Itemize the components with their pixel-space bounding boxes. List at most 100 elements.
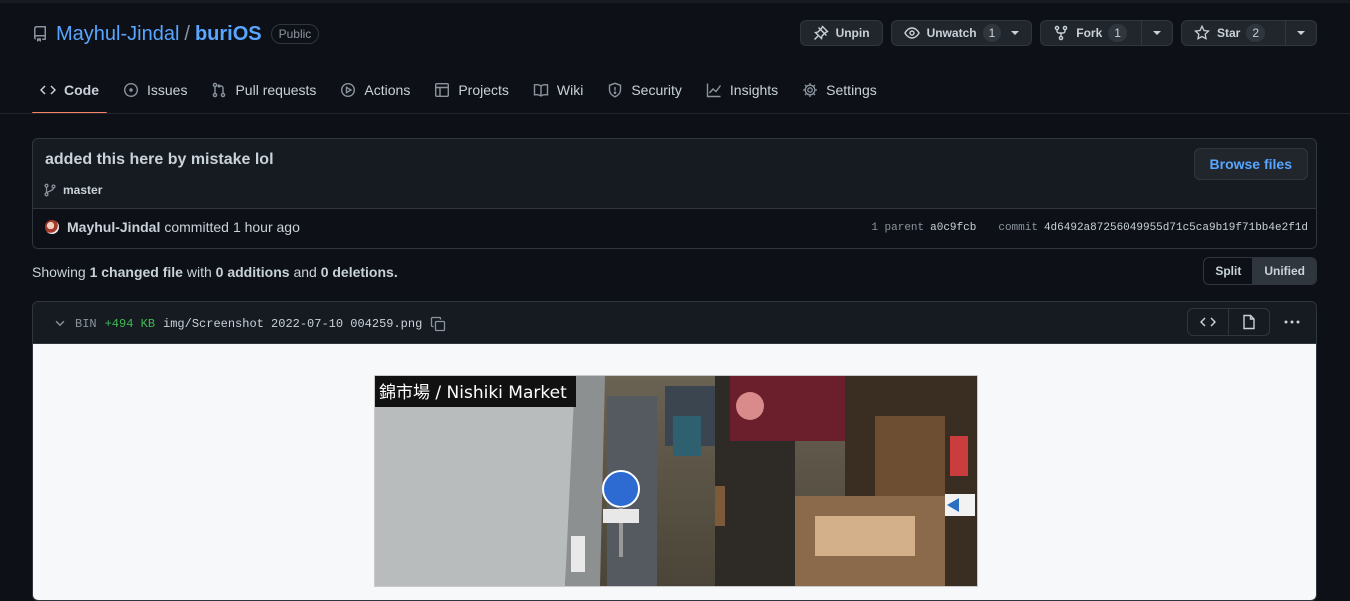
fork-button[interactable]: Fork 1 <box>1040 20 1173 46</box>
stats-and: and <box>293 264 317 280</box>
star-dropdown-button[interactable] <box>1285 21 1316 45</box>
visibility-badge: Public <box>270 24 320 44</box>
file-view-toggle <box>1187 308 1270 336</box>
file-size-change: +494 KB <box>104 317 156 331</box>
repo-nav-tabs: Code Issues Pull requests Actions Projec… <box>32 72 893 114</box>
fork-label: Fork <box>1076 26 1103 40</box>
tab-label: Pull requests <box>235 82 317 98</box>
parent-info: 1 parent a0c9fcb <box>871 222 976 234</box>
star-button[interactable]: Star 2 <box>1180 20 1317 46</box>
file-icon <box>1243 314 1255 330</box>
changed-files-count: 1 changed file <box>89 264 183 280</box>
book-icon <box>533 83 549 97</box>
additions-count: 0 additions <box>215 264 290 280</box>
tab-actions[interactable]: Actions <box>332 72 418 108</box>
diff-view-toggle: Split Unified <box>1203 257 1317 285</box>
branch-name: master <box>63 183 103 197</box>
tab-code[interactable]: Code <box>32 72 107 114</box>
eye-icon <box>903 27 920 39</box>
chevron-down-icon <box>1011 31 1020 35</box>
unpin-label: Unpin <box>835 26 870 40</box>
split-view-button[interactable]: Split <box>1204 258 1252 284</box>
tab-label: Settings <box>826 82 877 98</box>
tab-security[interactable]: Security <box>599 72 690 108</box>
commit-meta-row: Mayhul-Jindal committed 1 hour ago 1 par… <box>33 208 1316 248</box>
file-header: BIN +494 KB img/Screenshot 2022-07-10 00… <box>33 302 1316 344</box>
repo-actions: Unpin Unwatch 1 Fork 1 Star 2 <box>799 20 1317 46</box>
file-info: BIN +494 KB img/Screenshot 2022-07-10 00… <box>75 316 446 332</box>
tab-wiki[interactable]: Wiki <box>525 72 591 108</box>
gear-icon <box>803 83 818 97</box>
repo-name-link[interactable]: buriOS <box>195 23 262 46</box>
table-icon <box>435 83 450 98</box>
play-icon <box>341 82 356 98</box>
street-camera-image <box>375 376 977 586</box>
branch-link[interactable]: master <box>43 183 102 197</box>
avatar[interactable] <box>45 220 59 234</box>
graph-icon <box>706 83 721 98</box>
unpin-button[interactable]: Unpin <box>799 20 883 46</box>
parent-sha-link[interactable]: a0c9fcb <box>930 222 976 234</box>
tab-settings[interactable]: Settings <box>794 72 885 108</box>
tab-label: Projects <box>458 82 509 98</box>
image-diff-view: 錦市場 / Nishiki Market <box>33 344 1316 600</box>
kebab-horizontal-icon[interactable] <box>1278 314 1306 330</box>
source-view-button[interactable] <box>1188 309 1228 335</box>
tabs-divider <box>0 113 1350 114</box>
tab-label: Code <box>64 82 99 98</box>
chevron-down-icon <box>1297 31 1305 35</box>
screenshot-image: 錦市場 / Nishiki Market <box>374 375 978 587</box>
commit-time: 1 hour ago <box>232 219 300 235</box>
stats-with: with <box>186 264 212 280</box>
code-icon <box>1200 317 1216 327</box>
stats-period: . <box>393 264 398 280</box>
commit-header: added this here by mistake lol master Br… <box>32 138 1317 249</box>
rich-view-button[interactable] <box>1228 309 1269 335</box>
author-link[interactable]: Mayhul-Jindal <box>67 219 160 235</box>
star-icon <box>1194 25 1210 40</box>
unwatch-label: Unwatch <box>926 26 977 40</box>
tab-label: Insights <box>729 82 779 98</box>
shield-icon <box>609 82 622 98</box>
commit-shas: 1 parent a0c9fcb commit 4d6492a87256049955… <box>871 222 1308 234</box>
file-path-link[interactable]: img/Screenshot 2022-07-10 004259.png <box>163 317 422 331</box>
commit-action: committed <box>164 219 229 235</box>
fork-icon <box>1054 25 1068 41</box>
star-label: Star <box>1216 26 1241 40</box>
commit-author: Mayhul-Jindal committed 1 hour ago <box>45 219 300 235</box>
chevron-down-icon <box>1152 31 1161 35</box>
commit-message: added this here by mistake lol <box>45 151 274 168</box>
browse-files-button[interactable]: Browse files <box>1193 148 1308 180</box>
unified-view-button[interactable]: Unified <box>1252 258 1316 284</box>
file-diff: BIN +494 KB img/Screenshot 2022-07-10 00… <box>32 301 1317 601</box>
tab-label: Actions <box>364 82 411 98</box>
copy-icon[interactable] <box>430 316 446 332</box>
tab-insights[interactable]: Insights <box>698 72 786 108</box>
tab-issues[interactable]: Issues <box>115 72 195 108</box>
diff-stats: Showing 1 changed file with 0 additions … <box>32 264 398 280</box>
commit-info: commit 4d6492a87256049955d71c5ca9b19f71bb… <box>998 222 1308 234</box>
chevron-down-icon[interactable] <box>53 316 67 330</box>
tab-label: Issues <box>147 82 188 98</box>
watch-count: 1 <box>982 24 1002 42</box>
star-count: 2 <box>1246 24 1265 42</box>
top-border <box>0 0 1350 3</box>
image-caption: 錦市場 / Nishiki Market <box>375 376 576 407</box>
commit-label: commit <box>998 222 1038 234</box>
stats-prefix: Showing <box>32 264 86 280</box>
tab-label: Security <box>631 82 682 98</box>
commit-sha: 4d6492a87256049955d71c5ca9b19f71bb4e2f1d <box>1043 222 1308 234</box>
git-branch-icon <box>44 183 56 197</box>
parent-label: 1 parent <box>871 222 925 234</box>
fork-dropdown-button[interactable] <box>1140 21 1172 45</box>
repo-owner-link[interactable]: Mayhul-Jindal <box>56 23 179 46</box>
deletions-count: 0 deletions <box>320 264 394 280</box>
unwatch-button[interactable]: Unwatch 1 <box>890 20 1033 46</box>
code-icon <box>40 85 56 95</box>
file-toolbar <box>1187 308 1306 336</box>
fork-count: 1 <box>1108 24 1127 42</box>
git-pull-request-icon <box>213 82 226 98</box>
path-separator: / <box>184 22 190 45</box>
tab-pull-requests[interactable]: Pull requests <box>203 72 324 108</box>
tab-projects[interactable]: Projects <box>426 72 517 108</box>
